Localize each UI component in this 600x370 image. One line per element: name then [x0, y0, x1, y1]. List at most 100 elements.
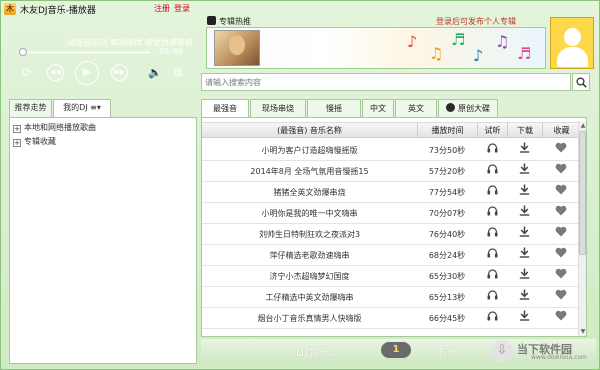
song-name[interactable]: 烟台小丁音乐真情男人快嗨版: [202, 308, 417, 329]
table-row[interactable]: 2014年8月 全场气氛用音慢摇15 57分20秒: [202, 161, 586, 182]
seek-slider[interactable]: [19, 48, 151, 56]
table-scrollbar[interactable]: ▲ ▼: [578, 121, 586, 336]
song-name[interactable]: 2014年8月 全场气氛用音慢摇15: [202, 161, 417, 182]
headphones-icon[interactable]: [477, 203, 507, 224]
song-name[interactable]: 刘帅生日特制狂欢之夜派对3: [202, 224, 417, 245]
heart-icon[interactable]: [542, 308, 580, 329]
table-row[interactable]: 工仔精选中英文劲爆嗨串 65分13秒: [202, 287, 586, 308]
table-row[interactable]: 刘帅生日特制狂欢之夜派对3 76分40秒: [202, 224, 586, 245]
app-logo-icon: 木: [4, 3, 16, 15]
expand-icon[interactable]: +: [13, 125, 21, 133]
download-icon[interactable]: [507, 224, 542, 245]
download-icon[interactable]: [507, 203, 542, 224]
current-page-badge[interactable]: 1: [381, 342, 411, 358]
open-folder-icon[interactable]: ▤: [171, 67, 185, 79]
download-icon[interactable]: [507, 140, 542, 161]
time-display: 00:00: [159, 47, 184, 56]
download-icon[interactable]: [507, 308, 542, 329]
column-header-name[interactable]: (最强音) 音乐名称: [202, 123, 417, 138]
download-icon[interactable]: [507, 245, 542, 266]
next-page-link[interactable]: 下一页: [436, 344, 469, 359]
heart-icon[interactable]: [542, 182, 580, 203]
scroll-down-icon[interactable]: ▼: [579, 327, 587, 336]
heart-icon[interactable]: [542, 140, 580, 161]
album-banner[interactable]: ♪ ♫ ♬ ♪ ♫ ♬: [206, 27, 546, 69]
search-box: [201, 73, 571, 91]
expand-icon[interactable]: +: [13, 139, 21, 147]
song-name[interactable]: 萍仔精选老歌劲速嗨串: [202, 245, 417, 266]
music-note-icon: ♫: [429, 44, 444, 63]
song-duration: 70分07秒: [428, 209, 466, 218]
song-name[interactable]: 工仔精选中英文劲爆嗨串: [202, 287, 417, 308]
music-note-icon: ♪: [407, 32, 418, 51]
column-header-duration[interactable]: 播放时间: [417, 123, 477, 138]
headphones-icon[interactable]: [477, 140, 507, 161]
download-icon[interactable]: [507, 161, 542, 182]
download-icon[interactable]: [507, 287, 542, 308]
tab-slow-rock[interactable]: 慢摇: [307, 99, 361, 117]
next-icon[interactable]: ▶▶: [111, 64, 128, 81]
repeat-icon[interactable]: ⟳: [19, 66, 35, 80]
song-duration: 65分30秒: [428, 272, 466, 281]
music-note-icon: ♬: [517, 44, 532, 63]
heart-icon[interactable]: [542, 266, 580, 287]
headphones-icon[interactable]: [477, 266, 507, 287]
tree-item-local-network[interactable]: + 本地和网络播放歌曲: [13, 122, 96, 133]
headphones-icon[interactable]: [477, 161, 507, 182]
play-icon[interactable]: ▶: [75, 61, 99, 85]
headphones-icon[interactable]: [477, 245, 507, 266]
previous-icon[interactable]: ◀◀: [47, 64, 64, 81]
tab-original-album-label: 原创大碟: [458, 104, 490, 113]
search-icon: [575, 77, 587, 88]
song-name[interactable]: 小明为客户订造超嗨慢摇版: [202, 140, 417, 161]
song-name[interactable]: 济宁小杰超嗨梦幻国度: [202, 266, 417, 287]
search-input[interactable]: [205, 76, 565, 88]
music-note-icon: ♬: [451, 30, 466, 49]
table-row[interactable]: 猪猪全英文劲爆串烧 77分54秒: [202, 182, 586, 203]
login-hint[interactable]: 登录后可发布个人专辑: [436, 16, 516, 27]
download-icon[interactable]: [507, 182, 542, 203]
search-button[interactable]: [572, 73, 590, 91]
scrollbar-thumb[interactable]: [579, 131, 586, 255]
download-icon[interactable]: [507, 266, 542, 287]
song-name[interactable]: 猪猪全英文劲爆串烧: [202, 182, 417, 203]
login-link[interactable]: 登录: [174, 3, 190, 14]
register-link[interactable]: 注册: [154, 3, 170, 14]
album-label-text: 专辑热推: [219, 17, 251, 26]
tab-live-medley[interactable]: 现场串烧: [250, 99, 306, 117]
heart-icon[interactable]: [542, 287, 580, 308]
tab-original-album[interactable]: 原创大碟: [438, 99, 498, 117]
song-duration: 57分20秒: [428, 167, 466, 176]
category-tab-bar: 最强音 现场串烧 慢摇 中文 英文 原创大碟: [201, 99, 596, 117]
volume-icon[interactable]: 🔈: [147, 67, 163, 79]
headphones-icon[interactable]: [477, 287, 507, 308]
song-name[interactable]: 小明你是我的唯一中文嗨串: [202, 203, 417, 224]
heart-icon[interactable]: [542, 203, 580, 224]
table-row[interactable]: 小明你是我的唯一中文嗨串 70分07秒: [202, 203, 586, 224]
table-row[interactable]: 烟台小丁音乐真情男人快嗨版 66分45秒: [202, 308, 586, 329]
seek-slider-handle[interactable]: [19, 48, 27, 56]
headphones-icon[interactable]: [477, 224, 507, 245]
tab-chinese[interactable]: 中文: [362, 99, 394, 117]
watermark-site-url: www.downxia.com: [531, 354, 587, 361]
library-tree: + 本地和网络播放歌曲 + 专辑收藏: [9, 117, 197, 364]
tab-strongest[interactable]: 最强音: [201, 99, 249, 117]
user-avatar[interactable]: [550, 17, 594, 69]
heart-icon[interactable]: [542, 245, 580, 266]
headphones-icon[interactable]: [477, 308, 507, 329]
headphones-icon[interactable]: [477, 182, 507, 203]
tab-my-dj[interactable]: 我的DJ ≡▾: [53, 99, 111, 117]
heart-icon[interactable]: [542, 161, 580, 182]
table-row[interactable]: 萍仔精选老歌劲速嗨串 68分24秒: [202, 245, 586, 266]
tab-english[interactable]: 英文: [395, 99, 437, 117]
album-cover-image[interactable]: [214, 30, 260, 66]
column-header-listen: 试听: [477, 123, 507, 138]
tree-item-album-favorites[interactable]: + 专辑收藏: [13, 136, 56, 147]
title-bar: 木 木友DJ音乐-播放器 注册 登录: [1, 1, 599, 16]
table-row[interactable]: 小明为客户订造超嗨慢摇版 73分50秒: [202, 140, 586, 161]
heart-icon[interactable]: [542, 224, 580, 245]
scroll-up-icon[interactable]: ▲: [579, 121, 587, 130]
table-row[interactable]: 济宁小杰超嗨梦幻国度 65分30秒: [202, 266, 586, 287]
tab-recommend-trend[interactable]: 推荐走势: [9, 99, 52, 117]
music-note-icon: ♫: [495, 32, 510, 51]
